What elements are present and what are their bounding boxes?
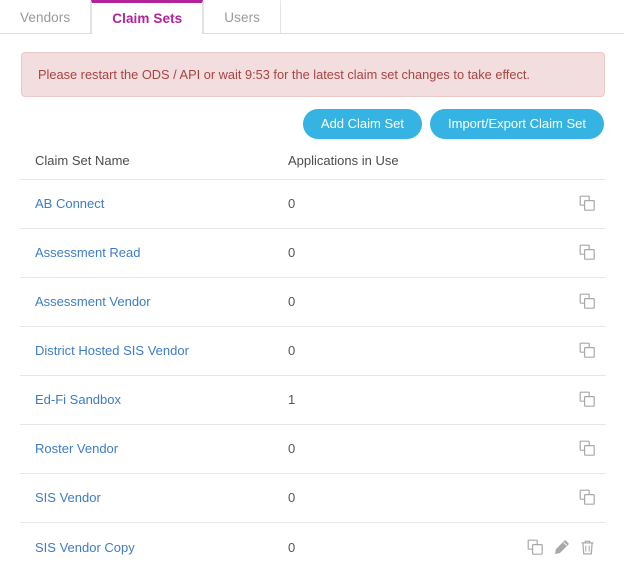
row-action-group bbox=[518, 342, 606, 359]
cell-actions bbox=[518, 473, 606, 524]
cell-claim-set-name: AB Connect bbox=[20, 179, 278, 230]
claim-set-link[interactable]: SIS Vendor bbox=[35, 490, 101, 505]
table-row: Ed-Fi Sandbox 1 bbox=[20, 375, 606, 426]
tab-bar: Vendors Claim Sets Users bbox=[0, 0, 624, 34]
cell-actions bbox=[518, 523, 606, 572]
copy-icon[interactable] bbox=[579, 244, 596, 261]
cell-applications-in-use: 1 bbox=[278, 375, 518, 426]
table-row: Roster Vendor 0 bbox=[20, 424, 606, 475]
cell-applications-in-use: 0 bbox=[288, 539, 296, 555]
tab-vendors-label: Vendors bbox=[20, 10, 71, 25]
column-header-claim-set-name: Claim Set Name bbox=[20, 153, 278, 181]
claim-set-link[interactable]: District Hosted SIS Vendor bbox=[35, 343, 189, 358]
copy-icon[interactable] bbox=[579, 342, 596, 359]
row-action-group bbox=[518, 440, 606, 457]
cell-actions bbox=[518, 277, 606, 328]
cell-claim-set-name: Ed-Fi Sandbox bbox=[20, 375, 278, 426]
copy-icon[interactable] bbox=[579, 440, 596, 457]
content-area: Please restart the ODS / API or wait 9:5… bbox=[0, 52, 624, 572]
cell-applications-in-use: 0 bbox=[278, 277, 518, 328]
cell-actions bbox=[518, 179, 606, 230]
cell-claim-set-name: Roster Vendor bbox=[20, 424, 278, 475]
edit-icon[interactable] bbox=[553, 539, 570, 556]
row-action-group bbox=[518, 195, 606, 212]
delete-icon[interactable] bbox=[579, 539, 596, 556]
cell-claim-set-name: SIS Vendor Copy bbox=[20, 523, 278, 572]
claim-set-link[interactable]: Roster Vendor bbox=[35, 441, 118, 456]
cell-actions bbox=[518, 228, 606, 279]
import-export-claim-set-button[interactable]: Import/Export Claim Set bbox=[430, 109, 604, 140]
claim-sets-table-body: AB Connect 0 Assessment Read 0 Assessment Ve… bbox=[20, 179, 606, 572]
cell-actions bbox=[518, 326, 606, 377]
cell-claim-set-name: Assessment Read bbox=[20, 228, 278, 279]
claim-set-link[interactable]: Assessment Read bbox=[35, 245, 141, 260]
tab-users[interactable]: Users bbox=[203, 0, 282, 33]
tab-vendors[interactable]: Vendors bbox=[0, 0, 92, 33]
cell-claim-set-name: Assessment Vendor bbox=[20, 277, 278, 328]
table-row: SIS Vendor Copy 0 bbox=[20, 523, 606, 572]
cell-applications-in-use: 0 bbox=[278, 326, 518, 377]
claim-sets-page: Vendors Claim Sets Users Please restart … bbox=[0, 0, 624, 582]
restart-alert: Please restart the ODS / API or wait 9:5… bbox=[21, 52, 605, 98]
copy-icon[interactable] bbox=[579, 391, 596, 408]
column-header-applications-in-use: Applications in Use bbox=[278, 153, 518, 181]
tab-bar-filler bbox=[281, 0, 624, 33]
row-action-group bbox=[518, 489, 606, 506]
table-row: Assessment Vendor 0 bbox=[20, 277, 606, 328]
claim-set-link[interactable]: SIS Vendor Copy bbox=[35, 540, 135, 555]
cell-applications-in-use: 0 bbox=[278, 424, 518, 475]
restart-alert-message: Please restart the ODS / API or wait 9:5… bbox=[38, 67, 530, 82]
table-header-row: Claim Set Name Applications in Use bbox=[20, 153, 606, 181]
cell-applications-in-use: 0 bbox=[278, 228, 518, 279]
table-row: Assessment Read 0 bbox=[20, 228, 606, 279]
tab-claim-sets[interactable]: Claim Sets bbox=[91, 0, 204, 34]
table-row: SIS Vendor 0 bbox=[20, 473, 606, 524]
copy-icon[interactable] bbox=[527, 539, 544, 556]
copy-icon[interactable] bbox=[579, 293, 596, 310]
claim-set-link[interactable]: AB Connect bbox=[35, 196, 104, 211]
copy-icon[interactable] bbox=[579, 195, 596, 212]
table-row: AB Connect 0 bbox=[20, 179, 606, 230]
claim-set-link[interactable]: Ed-Fi Sandbox bbox=[35, 392, 121, 407]
table-row: District Hosted SIS Vendor 0 bbox=[20, 326, 606, 377]
claim-sets-table-head: Claim Set Name Applications in Use bbox=[20, 153, 606, 181]
add-claim-set-button[interactable]: Add Claim Set bbox=[302, 109, 422, 140]
cell-actions bbox=[518, 424, 606, 475]
claim-sets-table: Claim Set Name Applications in Use AB Co… bbox=[20, 153, 606, 572]
cell-claim-set-name: SIS Vendor bbox=[20, 473, 278, 524]
row-action-group bbox=[518, 244, 606, 261]
row-action-group bbox=[518, 293, 606, 310]
copy-icon[interactable] bbox=[579, 489, 596, 506]
claim-set-link[interactable]: Assessment Vendor bbox=[35, 294, 151, 309]
row-action-group bbox=[518, 391, 606, 408]
toolbar: Add Claim Set Import/Export Claim Set bbox=[20, 109, 604, 140]
tab-claim-sets-label: Claim Sets bbox=[112, 11, 183, 26]
cell-actions bbox=[518, 375, 606, 426]
column-header-actions bbox=[518, 153, 606, 181]
row-action-group bbox=[518, 539, 606, 556]
cell-claim-set-name: District Hosted SIS Vendor bbox=[20, 326, 278, 377]
cell-applications-in-use: 0 bbox=[278, 179, 518, 230]
tab-users-label: Users bbox=[224, 10, 261, 25]
cell-applications-in-use: 0 bbox=[278, 473, 518, 524]
